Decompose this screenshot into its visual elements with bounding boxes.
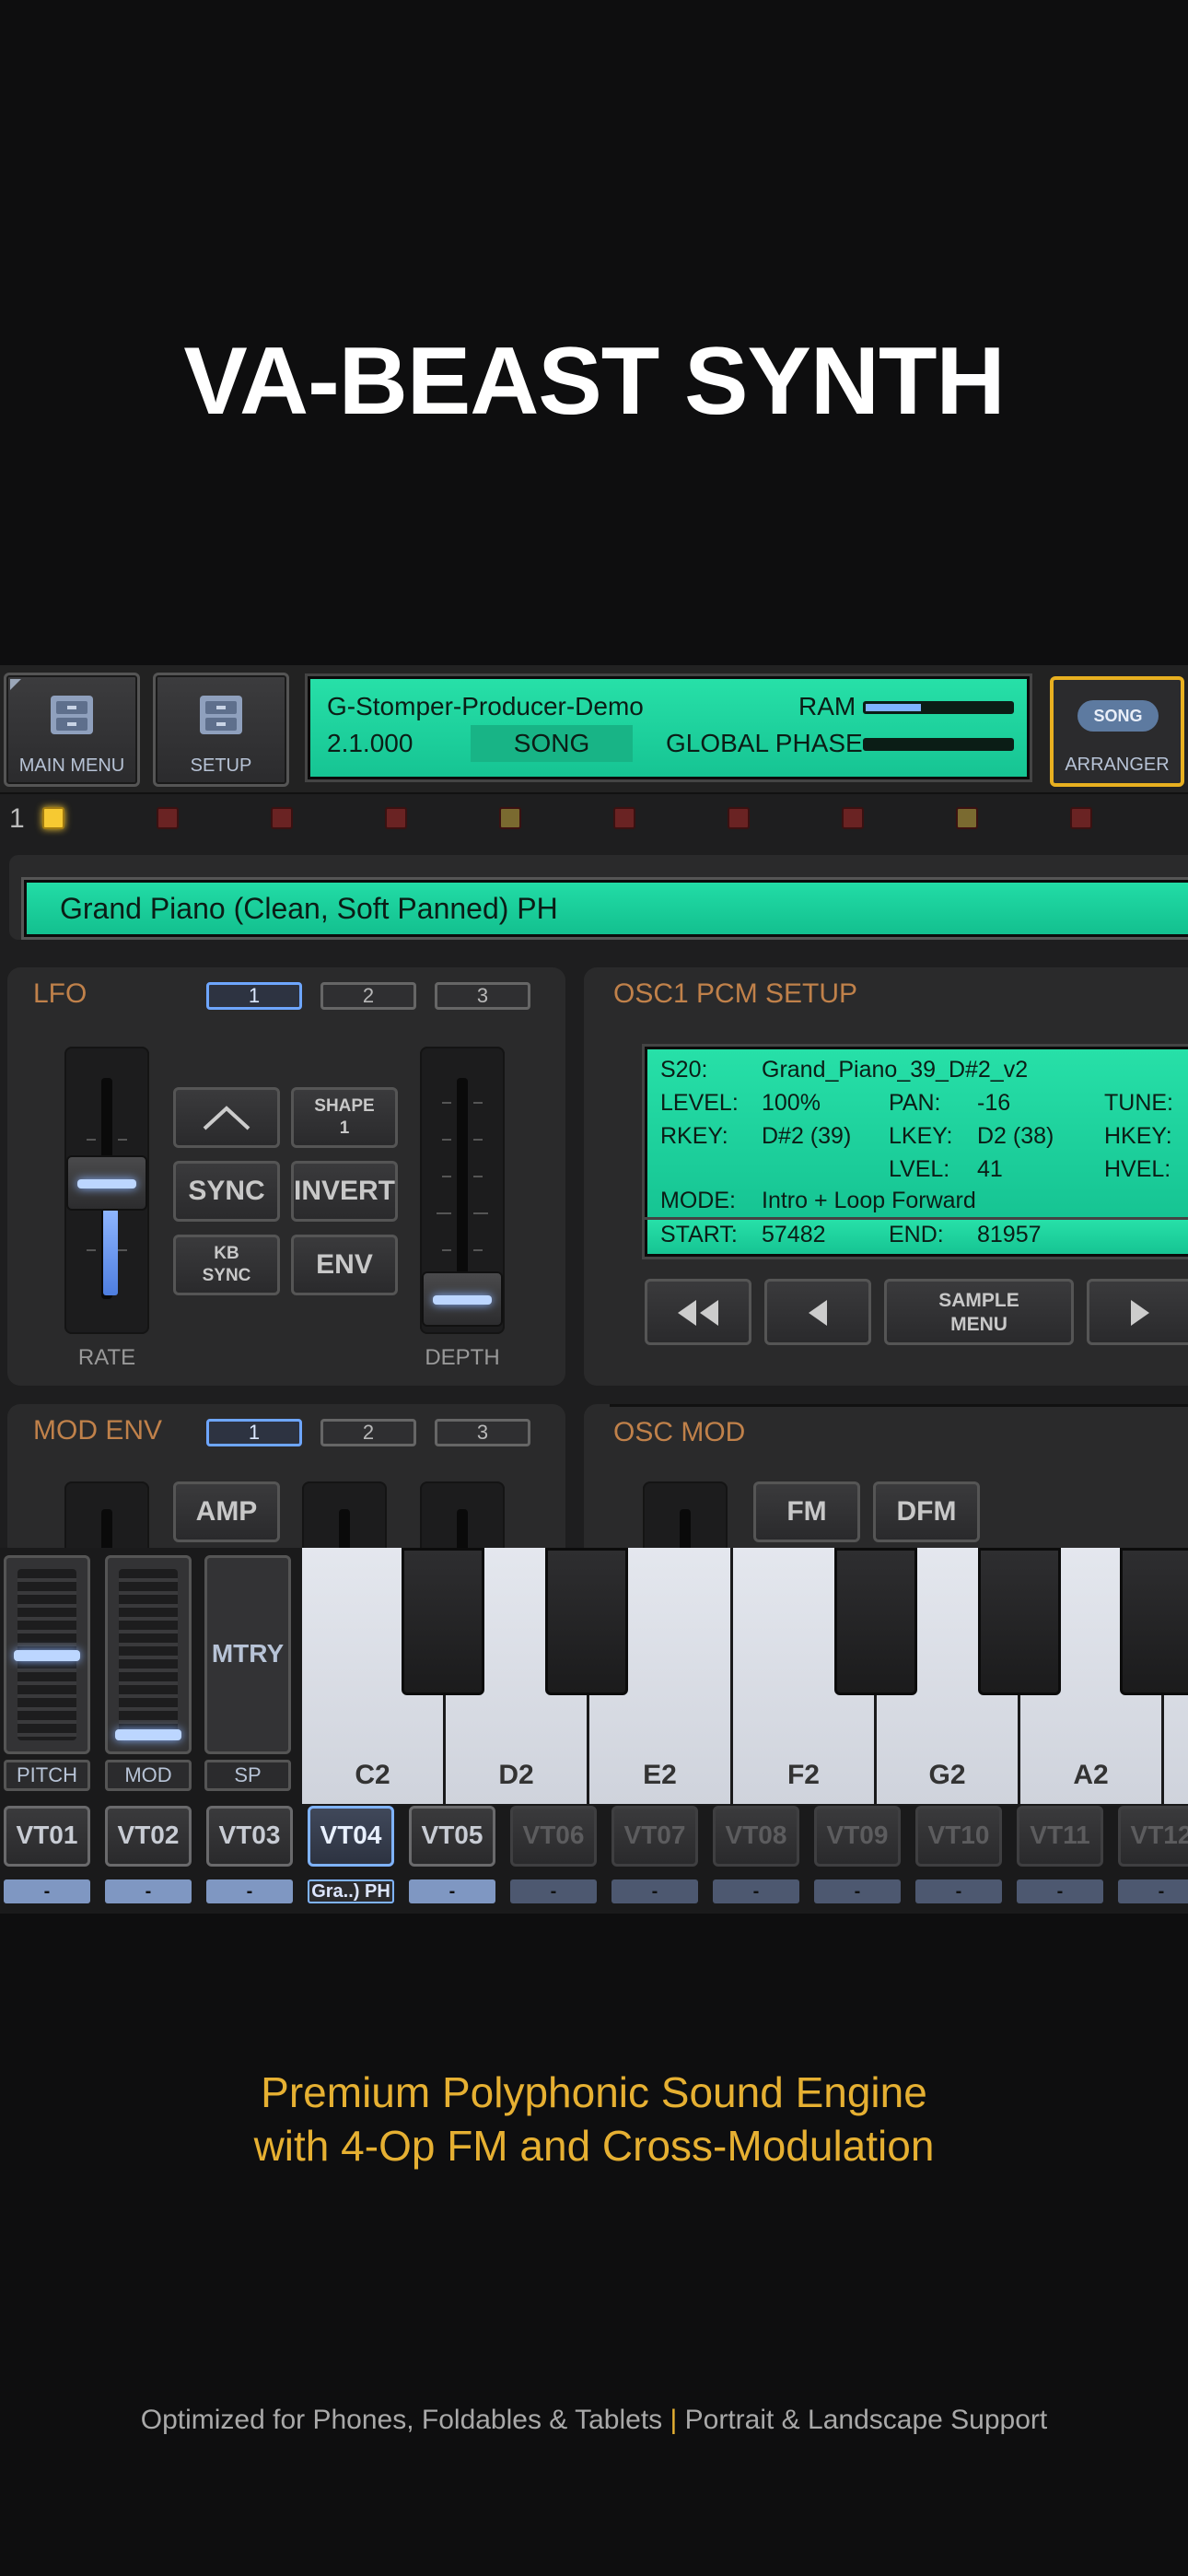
voice-track-button-6[interactable]: VT06: [510, 1806, 597, 1867]
footer-right: Portrait & Landscape Support: [684, 2405, 1048, 2435]
voice-track-button-4[interactable]: VT04: [308, 1806, 394, 1867]
voice-track-preset-1: -: [4, 1879, 90, 1903]
voice-track-button-9[interactable]: VT09: [814, 1806, 901, 1867]
voice-track-preset-10: -: [915, 1879, 1002, 1903]
voice-track-preset-2: -: [105, 1879, 192, 1903]
footer-separator: |: [670, 2405, 678, 2435]
voice-track-row: VT01- VT02- VT03- VT04 Gra..) PH VT05- VT06- VT…: [0, 665, 1188, 1914]
voice-track-button-2[interactable]: VT02: [105, 1806, 192, 1867]
tagline-line-2: with 4-Op FM and Cross-Modulation: [253, 2122, 935, 2170]
voice-track-preset-5: -: [409, 1879, 495, 1903]
voice-track-button-1[interactable]: VT01: [4, 1806, 90, 1867]
voice-track-button-3[interactable]: VT03: [206, 1806, 293, 1867]
voice-track-preset-9: -: [814, 1879, 901, 1903]
voice-track-preset-6: -: [510, 1879, 597, 1903]
voice-track-button-7[interactable]: VT07: [611, 1806, 698, 1867]
footer-note: Optimized for Phones, Foldables & Tablet…: [0, 2405, 1188, 2436]
voice-track-button-12[interactable]: VT12: [1118, 1806, 1188, 1867]
voice-track-preset-7: -: [611, 1879, 698, 1903]
voice-track-button-10[interactable]: VT10: [915, 1806, 1002, 1867]
voice-track-button-5[interactable]: VT05: [409, 1806, 495, 1867]
voice-track-button-8[interactable]: VT08: [713, 1806, 799, 1867]
voice-track-preset-4: Gra..) PH: [308, 1879, 394, 1903]
tagline-line-1: Premium Polyphonic Sound Engine: [261, 2068, 927, 2116]
voice-track-preset-8: -: [713, 1879, 799, 1903]
footer-left: Optimized for Phones, Foldables & Tablet…: [140, 2405, 663, 2435]
voice-track-preset-12: -: [1118, 1879, 1188, 1903]
app-screenshot: MAIN MENU SETUP G-Stomper-Producer-Demo …: [0, 665, 1188, 1914]
voice-track-preset-11: -: [1017, 1879, 1103, 1903]
headline: VA-BEAST SYNTH: [183, 328, 1005, 435]
voice-track-preset-3: -: [206, 1879, 293, 1903]
voice-track-button-11[interactable]: VT11: [1017, 1806, 1103, 1867]
